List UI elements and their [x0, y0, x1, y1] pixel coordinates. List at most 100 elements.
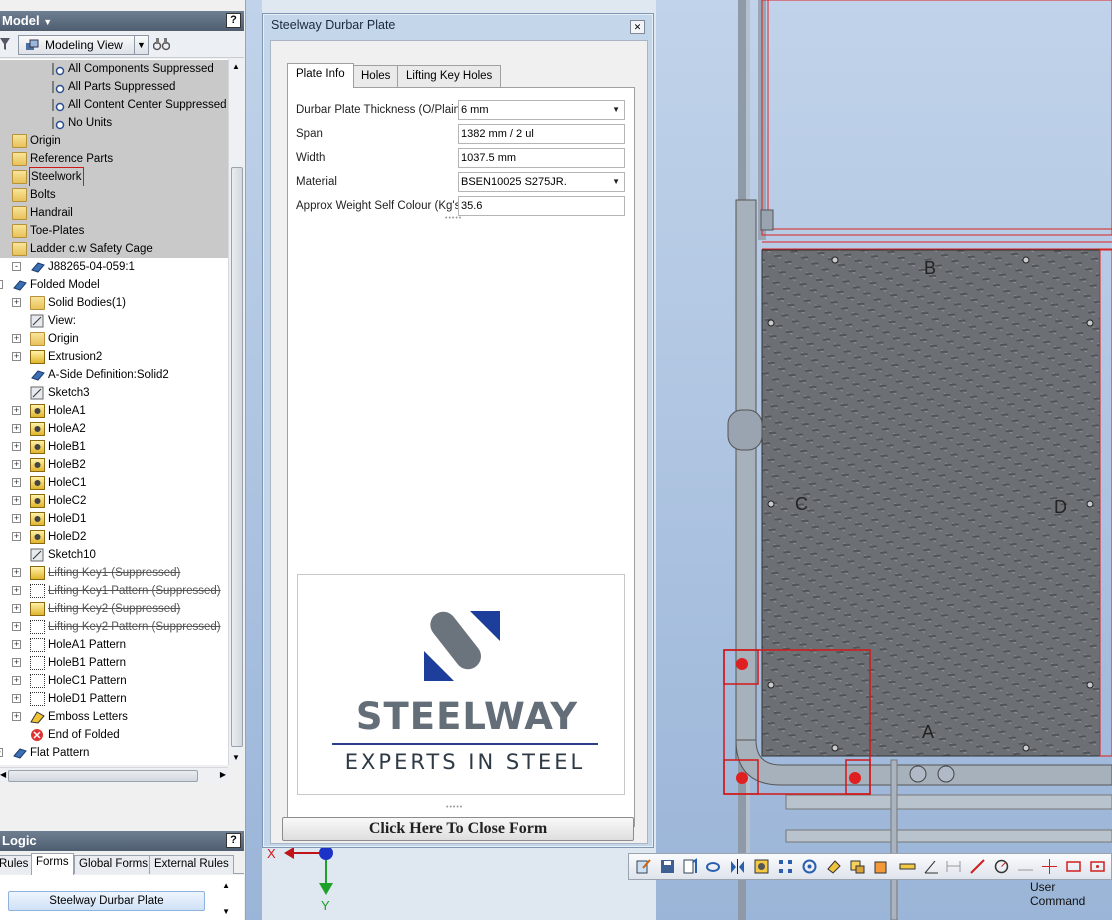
- browser-title-bar[interactable]: Model ▼ ?: [0, 11, 244, 31]
- tree-item[interactable]: Bolts: [0, 186, 228, 204]
- scroll-thumb[interactable]: [8, 770, 198, 782]
- tab-external-rules[interactable]: External Rules: [149, 855, 234, 874]
- rectangle-tool-icon[interactable]: [1065, 858, 1082, 875]
- tree-item[interactable]: + Solid Bodies(1): [0, 294, 228, 312]
- scroll-down-icon[interactable]: ▼: [222, 907, 230, 916]
- expand-icon[interactable]: +: [12, 712, 21, 721]
- expand-icon[interactable]: +: [12, 406, 21, 415]
- tree-item[interactable]: + HoleD1 Pattern: [0, 690, 228, 708]
- expand-icon[interactable]: +: [12, 532, 21, 541]
- width-field[interactable]: 1037.5 mm: [458, 148, 625, 168]
- tree-item[interactable]: All Content Center Suppressed: [0, 96, 228, 114]
- line-icon[interactable]: [969, 858, 986, 875]
- tree-item[interactable]: + HoleA1 Pattern: [0, 636, 228, 654]
- expand-icon[interactable]: +: [12, 334, 21, 343]
- tree-item[interactable]: + HoleB1: [0, 438, 228, 456]
- span-field[interactable]: 1382 mm / 2 ul: [458, 124, 625, 144]
- scroll-up-icon[interactable]: ▲: [232, 62, 240, 71]
- tree-item[interactable]: - J88265-04-059:1: [0, 258, 228, 276]
- filter-icon[interactable]: [0, 37, 10, 51]
- save-icon[interactable]: [659, 858, 676, 875]
- expand-icon[interactable]: +: [12, 460, 21, 469]
- point-icon[interactable]: [1017, 858, 1034, 875]
- circle-tool-icon[interactable]: [993, 858, 1010, 875]
- help-icon[interactable]: ?: [226, 13, 241, 28]
- mirror-icon[interactable]: [729, 858, 746, 875]
- expand-icon[interactable]: +: [12, 568, 21, 577]
- expand-icon[interactable]: +: [12, 478, 21, 487]
- tab-plate-info[interactable]: Plate Info: [287, 63, 354, 88]
- tree-item[interactable]: Sketch10: [0, 546, 228, 564]
- expand-icon[interactable]: +: [12, 496, 21, 505]
- rotate-icon[interactable]: [705, 858, 722, 875]
- expand-icon[interactable]: +: [12, 298, 21, 307]
- view-mode-dropdown[interactable]: Modeling View ▼: [18, 35, 149, 55]
- tree-item[interactable]: + HoleA1: [0, 402, 228, 420]
- slot-tool-icon[interactable]: [1089, 858, 1106, 875]
- tree-item[interactable]: + HoleD1: [0, 510, 228, 528]
- expand-icon[interactable]: +: [12, 658, 21, 667]
- resize-grip[interactable]: •••••: [446, 804, 463, 811]
- sketch-tool-icon[interactable]: [635, 858, 652, 875]
- tree-item[interactable]: + HoleC2: [0, 492, 228, 510]
- tree-item[interactable]: All Components Suppressed: [0, 60, 228, 78]
- chevron-down-icon[interactable]: ▼: [43, 17, 52, 27]
- eraser-icon[interactable]: [825, 858, 842, 875]
- logic-title-bar[interactable]: Logic ?: [0, 831, 244, 851]
- thickness-dropdown[interactable]: 6 mm ▼: [458, 100, 625, 120]
- scroll-down-icon[interactable]: ▼: [232, 753, 240, 762]
- measure-icon[interactable]: [899, 858, 916, 875]
- scroll-thumb[interactable]: [231, 167, 243, 747]
- dimension-icon[interactable]: [945, 858, 962, 875]
- chevron-down-icon[interactable]: ▼: [134, 36, 148, 54]
- model-drawing[interactable]: [656, 0, 1112, 920]
- expand-icon[interactable]: +: [12, 586, 21, 595]
- tree-item[interactable]: + Lifting Key1 Pattern (Suppressed): [0, 582, 228, 600]
- weight-field[interactable]: 35.6: [458, 196, 625, 216]
- tree-item[interactable]: + Extrusion2: [0, 348, 228, 366]
- tree-item[interactable]: + Origin: [0, 330, 228, 348]
- material-dropdown[interactable]: BSEN10025 S275JR. ▼: [458, 172, 625, 192]
- move-icon[interactable]: [801, 858, 818, 875]
- tab-holes[interactable]: Holes: [352, 65, 400, 87]
- tree-item[interactable]: All Parts Suppressed: [0, 78, 228, 96]
- tree-item[interactable]: + HoleC1: [0, 474, 228, 492]
- scroll-left-icon[interactable]: ◀: [0, 770, 6, 779]
- expand-icon[interactable]: +: [0, 748, 3, 757]
- binoculars-icon[interactable]: [153, 37, 170, 51]
- tree-item[interactable]: + HoleB1 Pattern: [0, 654, 228, 672]
- tree-item[interactable]: + Emboss Letters: [0, 708, 228, 726]
- hole-tool-icon[interactable]: [753, 858, 770, 875]
- tree-item[interactable]: + HoleD2: [0, 528, 228, 546]
- form-item-steelway-durbar-plate[interactable]: Steelway Durbar Plate: [8, 891, 205, 911]
- crosshair-icon[interactable]: [1041, 858, 1058, 875]
- expand-icon[interactable]: +: [12, 514, 21, 523]
- tree-item[interactable]: Steelwork: [0, 167, 228, 187]
- tree-item[interactable]: Reference Parts: [0, 150, 228, 168]
- scroll-up-icon[interactable]: ▲: [222, 881, 230, 890]
- tree-item[interactable]: Handrail: [0, 204, 228, 222]
- expand-icon[interactable]: +: [12, 424, 21, 433]
- box-icon[interactable]: [873, 858, 890, 875]
- expand-icon[interactable]: +: [12, 694, 21, 703]
- tree-item[interactable]: End of Folded: [0, 726, 228, 744]
- collapse-icon[interactable]: -: [12, 262, 21, 271]
- scroll-right-icon[interactable]: ▶: [220, 770, 226, 779]
- expand-icon[interactable]: +: [12, 640, 21, 649]
- tree-item[interactable]: Ladder c.w Safety Cage: [0, 240, 228, 258]
- tab-rules[interactable]: Rules: [0, 855, 34, 874]
- parameters-icon[interactable]: [681, 858, 698, 875]
- tab-global-forms[interactable]: Global Forms: [74, 855, 154, 874]
- tree-item[interactable]: + HoleB2: [0, 456, 228, 474]
- component-icon[interactable]: [849, 858, 866, 875]
- tree-item[interactable]: + Lifting Key2 (Suppressed): [0, 600, 228, 618]
- tree-item[interactable]: + HoleC1 Pattern: [0, 672, 228, 690]
- close-form-button[interactable]: Click Here To Close Form: [282, 817, 634, 841]
- tree-item[interactable]: + Lifting Key2 Pattern (Suppressed): [0, 618, 228, 636]
- tree-item[interactable]: Origin: [0, 132, 228, 150]
- tree-item[interactable]: A-Side Definition:Solid2: [0, 366, 228, 384]
- help-icon[interactable]: ?: [226, 833, 241, 848]
- resize-grip[interactable]: •••••: [445, 215, 462, 222]
- tree-item[interactable]: View:: [0, 312, 228, 330]
- expand-icon[interactable]: +: [12, 352, 21, 361]
